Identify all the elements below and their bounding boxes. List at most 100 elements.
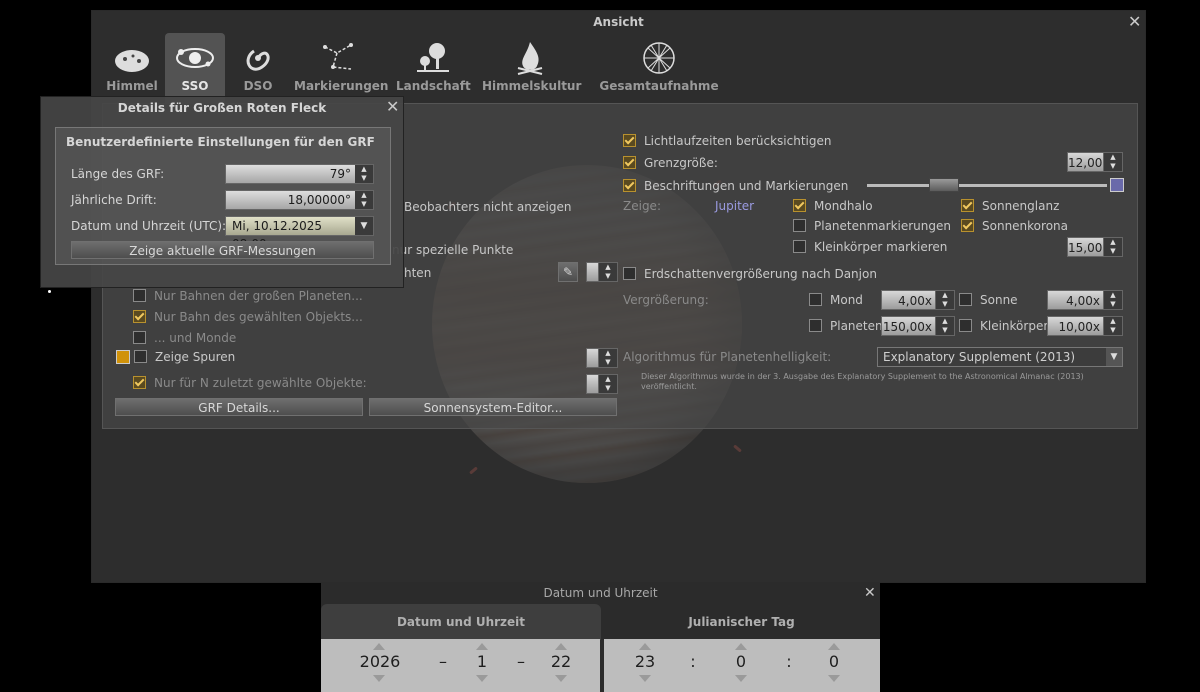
tab-julian-day[interactable]: Julianischer Tag: [603, 604, 880, 640]
show-trails-option[interactable]: Zeige Spuren: [134, 348, 235, 366]
checkbox[interactable]: [133, 331, 146, 344]
stepper-arrows[interactable]: ▲ ▼: [355, 165, 373, 183]
minute-up-icon[interactable]: [735, 643, 747, 650]
slider-handle[interactable]: [929, 178, 959, 192]
mag-sun-option[interactable]: Sonne: [959, 291, 1018, 309]
hour-up-icon[interactable]: [639, 643, 651, 650]
tab-himmelskultur[interactable]: Himmelskultur: [482, 33, 581, 103]
shadow-enlarge-option[interactable]: Erdschattenvergrößerung nach Danjon: [623, 265, 877, 283]
day-value[interactable]: 22: [546, 652, 576, 671]
mark-minor-option[interactable]: Kleinkörper markieren: [793, 238, 947, 256]
checkbox[interactable]: [623, 179, 636, 192]
limit-magnitude-option[interactable]: Grenzgröße:: [623, 154, 718, 172]
mag-sun-stepper[interactable]: 4,00x ▲ ▼: [1047, 290, 1123, 310]
sun-corona-option[interactable]: Sonnenkorona: [961, 217, 1068, 235]
orbit-big-planets-option[interactable]: Nur Bahnen der großen Planeten...: [133, 287, 363, 305]
checkbox[interactable]: [809, 319, 822, 332]
minute-value[interactable]: 0: [726, 652, 756, 671]
stepper-arrows[interactable]: ▲ ▼: [598, 375, 617, 393]
mag-moon-stepper[interactable]: 4,00x ▲ ▼: [881, 290, 955, 310]
stepper-arrows[interactable]: ▲ ▼: [1103, 238, 1122, 256]
checkbox[interactable]: [133, 376, 146, 389]
tab-sso[interactable]: SSO: [165, 33, 225, 103]
chevron-down-icon[interactable]: ▼: [355, 217, 373, 235]
orbit-selected-option[interactable]: Nur Bahn des gewählten Objekts...: [133, 308, 363, 326]
year-down-icon[interactable]: [373, 675, 385, 682]
stepper-arrows[interactable]: ▲ ▼: [1103, 317, 1122, 335]
label-color-swatch[interactable]: [1110, 178, 1124, 192]
checkbox[interactable]: [133, 289, 146, 302]
stepper-arrows[interactable]: ▲ ▼: [935, 317, 954, 335]
mag-planets-option[interactable]: Planeten: [809, 317, 883, 335]
month-up-icon[interactable]: [476, 643, 488, 650]
tab-himmel[interactable]: Himmel: [102, 33, 162, 103]
tab-date-time[interactable]: Datum und Uhrzeit: [321, 604, 601, 640]
checkbox[interactable]: [959, 293, 972, 306]
last-n-stepper[interactable]: ▲ ▼: [586, 374, 618, 394]
checkbox[interactable]: [134, 350, 147, 363]
checkbox[interactable]: [809, 293, 822, 306]
drift-stepper[interactable]: 18,00000° ▲ ▼: [225, 190, 374, 210]
close-icon[interactable]: ✕: [386, 99, 399, 115]
planet-markers-option[interactable]: Planetenmarkierungen: [793, 217, 951, 235]
checkbox[interactable]: [793, 199, 806, 212]
month-down-icon[interactable]: [476, 675, 488, 682]
solar-system-editor-button[interactable]: Sonnensystem-Editor...: [369, 398, 617, 416]
checkbox[interactable]: [961, 219, 974, 232]
tool-button[interactable]: ✎: [558, 262, 578, 282]
year-value[interactable]: 2026: [355, 652, 405, 671]
day-down-icon[interactable]: [555, 675, 567, 682]
light-travel-option[interactable]: Lichtlaufzeiten berücksichtigen: [623, 132, 832, 150]
mag-planets-stepper[interactable]: 150,00x ▲ ▼: [881, 316, 955, 336]
month-value[interactable]: 1: [467, 652, 497, 671]
trail-color-swatch[interactable]: [116, 350, 130, 364]
close-icon[interactable]: ✕: [864, 585, 876, 601]
checkbox[interactable]: [623, 267, 636, 280]
stepper-arrows[interactable]: ▲ ▼: [355, 191, 373, 209]
stepper-arrows[interactable]: ▲ ▼: [935, 291, 954, 309]
hour-down-icon[interactable]: [639, 675, 651, 682]
checkbox[interactable]: [961, 199, 974, 212]
checkbox[interactable]: [793, 219, 806, 232]
second-down-icon[interactable]: [828, 675, 840, 682]
orbit-count-stepper[interactable]: ▲ ▼: [586, 262, 618, 282]
grf-details-button[interactable]: GRF Details...: [115, 398, 363, 416]
datetime-field[interactable]: Mi, 10.12.2025 08:00▼: [225, 216, 374, 251]
checkbox[interactable]: [959, 319, 972, 332]
checkbox[interactable]: [623, 134, 636, 147]
mag-moon-option[interactable]: Mond: [809, 291, 863, 309]
and-moons-option[interactable]: ... und Monde: [133, 329, 236, 347]
hour-value[interactable]: 23: [630, 652, 660, 671]
limit-magnitude-stepper[interactable]: 12,00 ▲ ▼: [1067, 152, 1123, 172]
tab-landschaft[interactable]: Landschaft: [396, 33, 471, 103]
year-up-icon[interactable]: [373, 643, 385, 650]
stepper-arrows[interactable]: ▲ ▼: [598, 263, 617, 281]
length-stepper[interactable]: 79° ▲ ▼: [225, 164, 374, 184]
tab-markierungen[interactable]: Markierungen: [294, 33, 388, 103]
checkbox[interactable]: [133, 310, 146, 323]
checkbox[interactable]: [623, 156, 636, 169]
tab-gesamtaufnahme[interactable]: Gesamtaufnahme: [592, 33, 726, 103]
show-grf-measurements-button[interactable]: Zeige aktuelle GRF-Messungen: [71, 241, 374, 259]
labels-amount-slider[interactable]: [867, 178, 1107, 192]
chevron-down-icon[interactable]: ▼: [1106, 348, 1122, 366]
tab-dso[interactable]: DSO: [228, 33, 288, 103]
algo-select[interactable]: Explanatory Supplement (2013) ▼: [877, 347, 1123, 367]
stepper-arrows[interactable]: ▲ ▼: [1103, 291, 1122, 309]
second-value[interactable]: 0: [819, 652, 849, 671]
trails-stepper[interactable]: ▲ ▼: [586, 348, 618, 368]
day-up-icon[interactable]: [555, 643, 567, 650]
mag-minor-stepper[interactable]: 10,00x ▲ ▼: [1047, 316, 1123, 336]
moon-halo-option[interactable]: Mondhalo: [793, 197, 873, 215]
sun-glare-option[interactable]: Sonnenglanz: [961, 197, 1059, 215]
second-up-icon[interactable]: [828, 643, 840, 650]
mark-minor-stepper[interactable]: 15,00 ▲ ▼: [1067, 237, 1123, 257]
labels-markers-option[interactable]: Beschriftungen und Markierungen: [623, 177, 848, 195]
mag-minor-option[interactable]: Kleinkörper: [959, 317, 1048, 335]
checkbox[interactable]: [793, 240, 806, 253]
stepper-arrows[interactable]: ▲ ▼: [598, 349, 617, 367]
minute-down-icon[interactable]: [735, 675, 747, 682]
close-icon[interactable]: ✕: [1128, 14, 1141, 30]
stepper-arrows[interactable]: ▲ ▼: [1103, 153, 1122, 171]
last-n-option[interactable]: Nur für N zuletzt gewählte Objekte:: [133, 374, 367, 392]
